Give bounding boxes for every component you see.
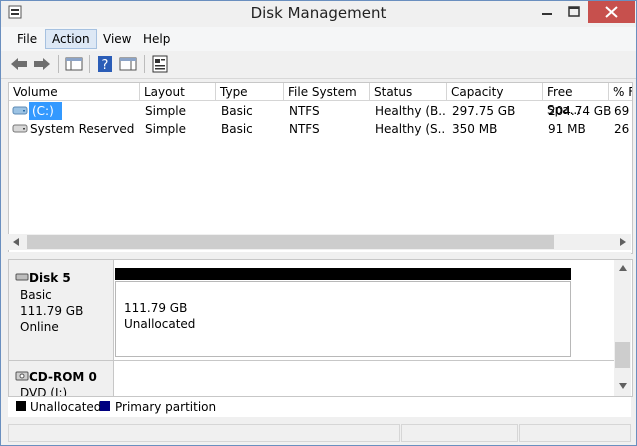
status-bar-segment <box>8 424 400 442</box>
minimize-button[interactable] <box>533 1 561 23</box>
menu-action[interactable]: Action <box>45 29 97 49</box>
svg-text:?: ? <box>102 58 109 73</box>
unallocated-partition[interactable]: 111.79 GB Unallocated <box>115 281 571 357</box>
layout-cell: Simple <box>145 122 186 136</box>
status-cell: Healthy (B... <box>375 104 445 118</box>
partition-status: Unallocated <box>124 317 196 331</box>
vertical-scroll-thumb[interactable] <box>615 342 630 368</box>
menu-view[interactable]: View <box>97 30 137 48</box>
legend-swatch-primary-partition <box>100 401 110 411</box>
column-header-layout[interactable]: Layout <box>140 83 216 101</box>
disk-name: Disk 5 <box>29 271 71 285</box>
close-button[interactable] <box>588 1 635 23</box>
scroll-up-icon[interactable] <box>618 263 628 273</box>
maximize-icon <box>568 6 580 17</box>
disk-icon <box>15 273 29 281</box>
layout-cell: Simple <box>145 104 186 118</box>
free-space-cell: 91 MB <box>548 122 586 136</box>
forward-arrow-icon[interactable] <box>32 55 52 73</box>
status-bar <box>1 421 636 445</box>
toolbar-separator <box>58 55 59 73</box>
scroll-left-icon[interactable] <box>11 237 21 247</box>
scroll-right-icon[interactable] <box>618 237 628 247</box>
volume-name-cell: System Reserved <box>30 122 135 136</box>
status-cell: Healthy (S... <box>375 122 445 136</box>
properties-icon[interactable] <box>150 55 170 73</box>
minimize-icon <box>542 13 552 15</box>
percent-free-cell: 26 <box>614 122 630 136</box>
column-header-volume[interactable]: Volume <box>9 83 140 101</box>
legend-swatch-unallocated <box>16 401 26 411</box>
type-cell: Basic <box>221 104 253 118</box>
disk-graphical-view: Disk 5 Basic 111.79 GB Online 111.79 GB … <box>8 259 633 397</box>
file-system-cell: NTFS <box>289 122 320 136</box>
column-header-free-space[interactable]: Free Spa... <box>543 83 609 117</box>
capacity-cell: 350 MB <box>452 122 498 136</box>
horizontal-scroll-thumb[interactable] <box>27 235 554 249</box>
maximize-button[interactable] <box>561 1 588 23</box>
vertical-scrollbar[interactable] <box>614 260 631 396</box>
show-hide-console-tree-icon[interactable] <box>64 55 84 73</box>
status-bar-segment <box>401 424 518 442</box>
toolbar-separator <box>144 55 145 73</box>
menu-bar: File Action View Help <box>1 27 636 51</box>
toolbar-separator <box>89 55 90 73</box>
drive-icon <box>12 106 28 115</box>
scroll-down-icon[interactable] <box>618 381 628 391</box>
legend-label-unallocated: Unallocated <box>30 400 102 414</box>
status-bar-segment <box>519 424 631 442</box>
volume-list: Volume Layout Type File System Status Ca… <box>8 82 633 254</box>
unallocated-bar <box>115 268 571 280</box>
file-system-cell: NTFS <box>289 104 320 118</box>
toolbar: ? <box>1 51 636 79</box>
percent-free-cell: 69 <box>614 104 630 118</box>
free-space-cell: 204.74 GB <box>548 104 612 118</box>
column-header-file-system[interactable]: File System <box>284 83 370 101</box>
column-header-percent-free[interactable]: % F <box>609 83 632 101</box>
legend: Unallocated Primary partition <box>8 397 631 417</box>
menu-file[interactable]: File <box>11 30 43 48</box>
type-cell: Basic <box>221 122 253 136</box>
horizontal-scrollbar[interactable] <box>8 234 631 250</box>
disk-management-window: Disk Management File Action View Help ? … <box>0 0 637 446</box>
legend-label-primary-partition: Primary partition <box>115 400 217 414</box>
back-arrow-icon[interactable] <box>9 55 29 73</box>
volume-name-cell: (C:) <box>29 102 62 120</box>
column-header-capacity[interactable]: Capacity <box>447 83 543 101</box>
show-hide-action-pane-icon[interactable] <box>118 55 138 73</box>
drive-icon <box>12 124 28 133</box>
pane-splitter[interactable] <box>8 252 631 258</box>
close-icon <box>605 6 618 18</box>
cd-rom-icon <box>15 371 29 381</box>
capacity-cell: 297.75 GB <box>452 104 516 118</box>
cdrom-type: DVD (I:) <box>20 386 68 397</box>
column-header-type[interactable]: Type <box>216 83 284 101</box>
help-icon[interactable]: ? <box>95 55 115 73</box>
title-bar: Disk Management <box>1 1 636 27</box>
disk-status: Online <box>20 320 59 334</box>
menu-help[interactable]: Help <box>137 30 176 48</box>
column-header-status[interactable]: Status <box>370 83 447 101</box>
